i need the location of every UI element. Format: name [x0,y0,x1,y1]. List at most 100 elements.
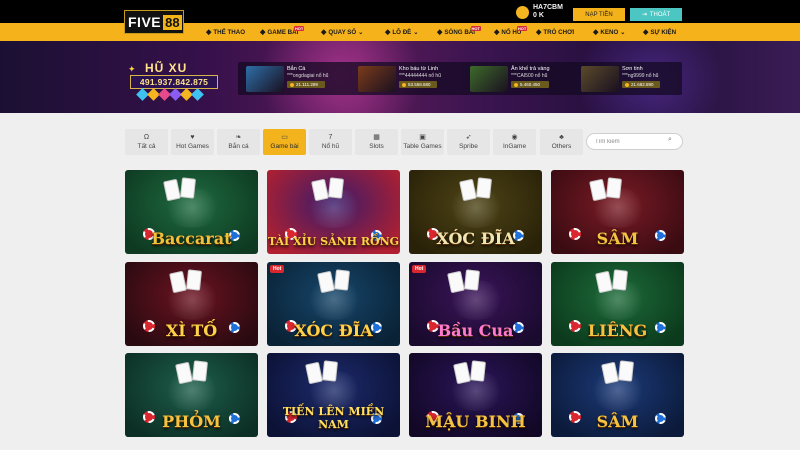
tab-label: Table Games [403,142,442,150]
tab-label: Slots [369,142,384,150]
nav-item-label: SỰ KIỆN [650,28,677,36]
tab-label: Bắn cá [228,142,249,150]
tab-label: Tất cả [137,142,156,150]
nav-item-0[interactable]: ◆ THỂ THAO [206,23,245,41]
playing-card-icon [163,178,181,202]
hot-badge: Hot [412,265,427,273]
nav-item-6[interactable]: ◆ TRÒ CHƠI [536,23,574,41]
tab-3[interactable]: ▭ Game bài [263,129,306,155]
winner-user: ***44444444 nổ hũ [399,73,441,79]
game-card[interactable]: LIÊNG [551,262,684,346]
game-card[interactable]: Baccarat [125,170,258,254]
game-card[interactable]: TÀI XỈU SẢNH RỒNG [267,170,400,254]
tab-0[interactable]: Ω Tất cả [125,129,168,155]
playing-card-icon [333,269,351,291]
game-card[interactable]: XÌ TỐ [125,262,258,346]
winner-item[interactable]: Ăn khế trả vàng ***CAI500 nổ hũ 5.460.450 [470,66,550,92]
coin-icon [514,82,518,87]
nav-item-1[interactable]: ◆ GAME BÀI HOT [260,23,305,41]
chevron-down-icon: ⌄ [413,28,419,36]
tab-6[interactable]: ▣ Table Games [401,129,444,155]
game-card[interactable]: SÂM [551,170,684,254]
user-info[interactable]: HA7CBM 0 K [516,4,563,20]
game-card[interactable]: MẬU BINH [409,353,542,437]
game-card[interactable]: PHỎM [125,353,258,437]
deposit-button[interactable]: NẠP TIỀN [573,8,625,21]
game-card[interactable]: SÂM [551,353,684,437]
playing-card-icon [611,269,629,291]
nav-item-7[interactable]: ◆ KENO ⌄ [593,23,625,41]
winner-amount: 53.558.680 [399,81,437,88]
game-title: XÌ TỐ [165,321,218,340]
tab-9[interactable]: ♣ Others [540,129,583,155]
username: HA7CBM [533,4,563,11]
game-title: SÂM [596,412,639,431]
club-icon: ♣ [559,133,564,141]
playing-card-icon [469,360,487,382]
tab-4[interactable]: 7 Nổ hũ [309,129,352,155]
winner-amount: 21.682.890 [622,81,660,88]
playing-card-icon [463,269,481,291]
winner-game: Ăn khế trả vàng [511,66,550,72]
nav-item-label: NỔ HŨ HOT [501,25,528,36]
logo[interactable]: FIVE 88 [124,10,184,34]
game-title: XÓC ĐĨA [294,321,373,340]
nav-item-5[interactable]: ◆ NỔ HŨ HOT [494,23,528,41]
tab-7[interactable]: ➶ Spribe [447,129,490,155]
tab-label: Game bài [270,142,299,150]
page: FIVE 88 HA7CBM 0 K NẠP TIỀN ⇥ THOÁT ◆ THỂ … [0,0,800,450]
jackpot-icon: ◆ [494,29,500,36]
playing-card-icon [617,360,635,382]
winner-item[interactable]: Sơn tinh ***ng9999 nổ hũ 21.682.890 [581,66,660,92]
hot-badge: HOT [516,25,528,31]
lottery-ball-icon: ◆ [321,29,327,36]
game-title: TÀI XỈU SẢNH RỒNG [267,235,400,248]
logo-text-five: FIVE [128,14,162,30]
cards-icon: ◆ [260,29,266,36]
nav-item-8[interactable]: ◆ SỰ KIỆN [643,23,676,41]
playing-card-icon [175,361,193,385]
chevron-down-icon: ⌄ [358,28,364,36]
tab-1[interactable]: ♥ Hot Games [171,129,214,155]
playing-card-icon [327,177,345,199]
search-icon[interactable]: ⌕ [668,136,672,144]
nav-item-4[interactable]: ◆ SÒNG BÀI HOT [437,23,481,41]
playing-card-icon [601,361,619,385]
winner-game: Bắn Cá [287,66,306,72]
nav-item-label: QUAY SỐ [328,28,357,36]
playing-card-icon [311,178,329,202]
game-card[interactable]: TIẾN LÊN MIỀN NAM [267,353,400,437]
winner-item[interactable]: Bắn Cá ***ongdagiai nổ hũ 21.111.289 [246,66,328,92]
game-title: XÓC ĐĨA [436,229,515,248]
tab-2[interactable]: ❧ Bắn cá [217,129,260,155]
nav-item-2[interactable]: ◆ QUAY SỐ ⌄ [321,23,363,41]
winner-item[interactable]: Kho báu từ Linh ***44444444 nổ hũ 53.558.6… [358,66,441,92]
heart-icon: ♥ [190,133,195,141]
playing-card-icon [595,270,613,294]
nav-item-label: GAME BÀI HOT [267,25,305,36]
game-card[interactable]: XÓC ĐĨA [409,170,542,254]
playing-card-icon [317,270,335,294]
nav-item-label: TRÒ CHƠI [543,28,575,36]
gift-icon: ◆ [643,29,649,36]
playing-card-icon [459,178,477,202]
lo-de-icon: ◆ [385,29,391,36]
winner-game-thumbnail [358,66,396,92]
tab-label: Nổ hũ [321,142,340,150]
hot-badge: HOT [470,25,481,31]
tab-5[interactable]: ▦ Slots [355,129,398,155]
logout-button[interactable]: ⇥ THOÁT [630,8,682,21]
gamepad-icon: ◆ [536,29,542,36]
winner-user: ***CAI500 nổ hũ [511,73,548,79]
fish-icon: ❧ [235,133,242,141]
winner-game: Sơn tinh [622,66,643,72]
nav-item-3[interactable]: ◆ LÔ ĐỀ ⌄ [385,23,419,41]
winner-user: ***ng9999 nổ hũ [622,73,659,79]
game-card[interactable]: XÓC ĐĨA Hot [267,262,400,346]
nav-item-label: SÒNG BÀI HOT [444,25,481,36]
game-card[interactable]: Bầu Cua Hot [409,262,542,346]
game-title: Bầu Cua [437,321,514,340]
tab-label: Hot Games [176,142,209,150]
tab-8[interactable]: ◉ InGame [493,129,536,155]
coin-icon [402,82,406,87]
